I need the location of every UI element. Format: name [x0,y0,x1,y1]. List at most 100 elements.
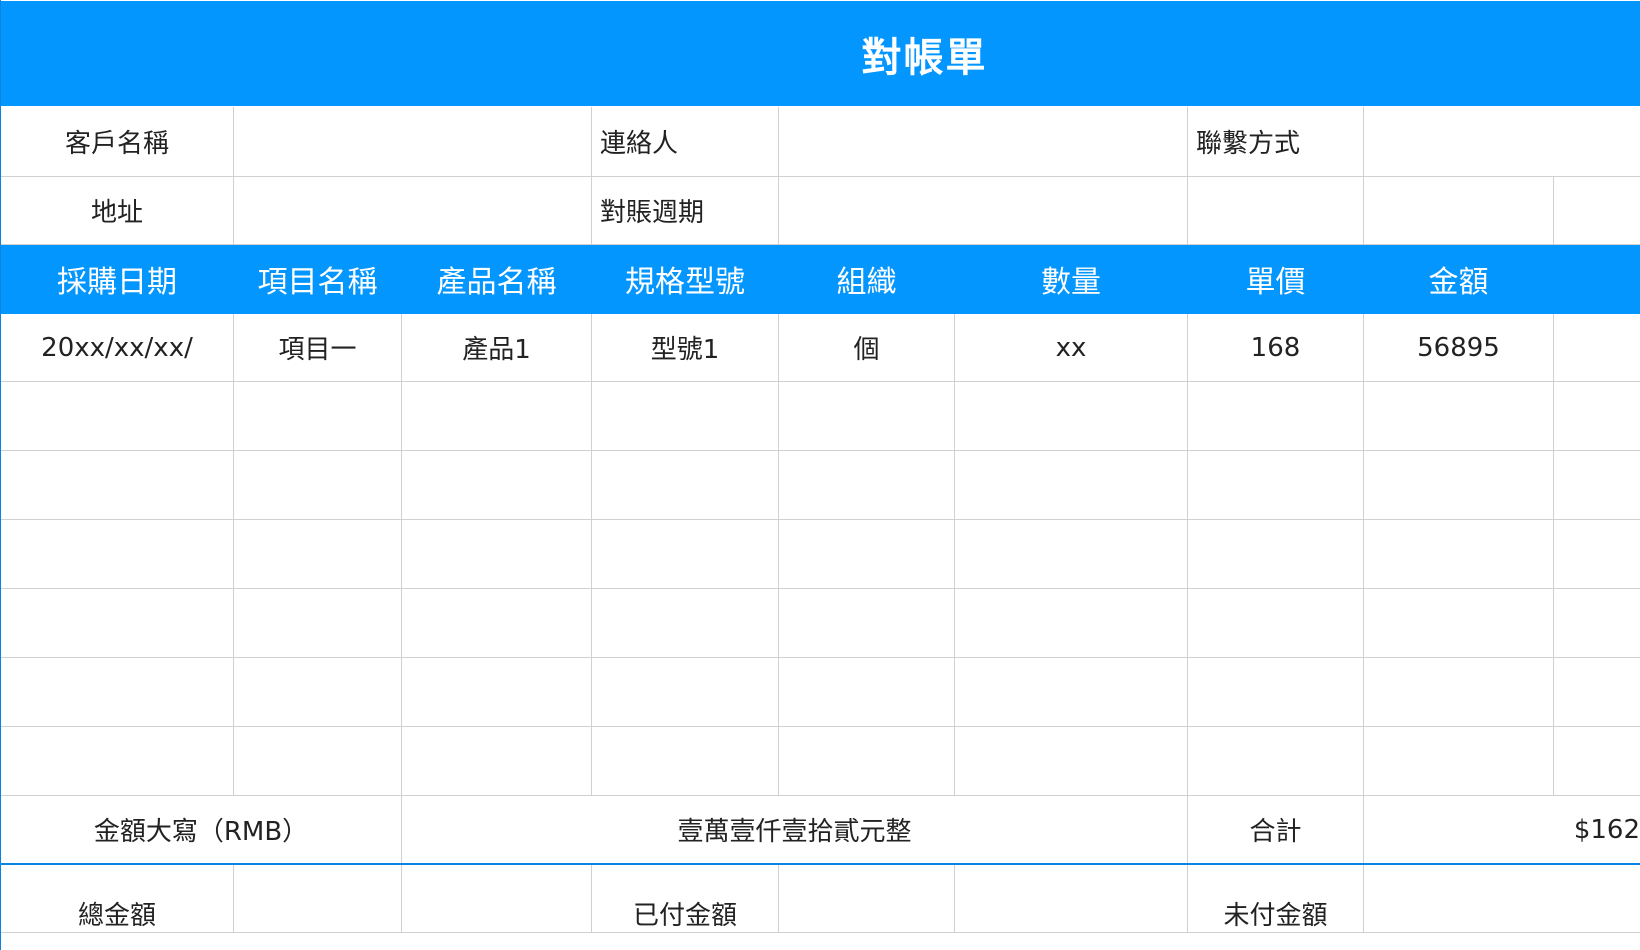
table-cell-spec-model[interactable] [592,589,779,658]
contact-method-label: 聯繫方式 [1188,107,1364,177]
header-spec-model: 規格型號 [592,245,779,314]
header-unit-price: 單價 [1188,245,1364,314]
table-cell-quantity[interactable] [955,589,1188,658]
total-value[interactable]: $162 [1364,796,1640,864]
paid-amount-label: 已付金額 [592,865,779,933]
table-cell-empty[interactable] [1554,314,1640,382]
paid-amount-field[interactable] [779,865,955,933]
table-cell-item-name[interactable] [234,727,402,796]
address-label: 地址 [1,177,234,245]
table-cell-purchase-date[interactable] [1,520,234,589]
contact-method-field[interactable] [1364,107,1640,177]
table-cell-unit-price[interactable]: 168 [1188,314,1364,382]
table-cell-empty[interactable] [1554,658,1640,727]
table-cell-unit[interactable] [779,382,955,451]
table-cell-unit-price[interactable] [1188,382,1364,451]
table-cell-unit-price[interactable] [1188,727,1364,796]
table-cell-product-name[interactable] [402,382,592,451]
table-cell-amount[interactable] [1364,382,1554,451]
unpaid-amount-label: 未付金額 [1188,865,1364,933]
table-cell-quantity[interactable]: xx [955,314,1188,382]
customer-field[interactable] [234,107,592,177]
statement-sheet: 對帳單 客戶名稱 連絡人 聯繫方式 地址 對賬週期 採購日期 項目名稱 產品名稱 規格… [0,0,1640,950]
table-cell-product-name[interactable] [402,520,592,589]
table-cell-item-name[interactable] [234,589,402,658]
table-cell-unit-price[interactable] [1188,451,1364,520]
table-cell-product-name[interactable] [402,589,592,658]
table-cell-unit-price[interactable] [1188,589,1364,658]
table-cell-product-name[interactable]: 產品1 [402,314,592,382]
table-cell-quantity[interactable] [955,451,1188,520]
table-cell-purchase-date[interactable] [1,451,234,520]
table-cell-unit[interactable] [779,589,955,658]
table-cell-spec-model[interactable]: 型號1 [592,314,779,382]
table-cell-quantity[interactable] [955,727,1188,796]
info-empty-cell[interactable] [1188,177,1364,245]
table-cell-item-name[interactable] [234,658,402,727]
table-cell-unit-price[interactable] [1188,658,1364,727]
contact-field[interactable] [779,107,1188,177]
table-cell-purchase-date[interactable]: 20xx/xx/xx/ [1,314,234,382]
footer-empty-cell[interactable] [955,865,1188,933]
table-cell-purchase-date[interactable] [1,589,234,658]
table-cell-purchase-date[interactable] [1,382,234,451]
table-cell-purchase-date[interactable] [1,658,234,727]
header-quantity: 數量 [955,245,1188,314]
table-cell-spec-model[interactable] [592,727,779,796]
table-cell-empty[interactable] [1554,382,1640,451]
table-cell-unit[interactable] [779,658,955,727]
info-empty-cell[interactable] [1364,177,1554,245]
table-cell-empty[interactable] [1554,520,1640,589]
contact-label: 連絡人 [592,107,779,177]
table-cell-empty[interactable] [1554,451,1640,520]
grand-total-label: 總金額 [1,865,234,933]
table-cell-product-name[interactable] [402,727,592,796]
period-label: 對賬週期 [592,177,779,245]
table-cell-unit[interactable] [779,451,955,520]
table-cell-unit[interactable] [779,520,955,589]
table-cell-empty[interactable] [1554,589,1640,658]
unpaid-amount-field[interactable] [1364,865,1640,933]
header-empty [1554,245,1640,314]
header-product-name: 產品名稱 [402,245,592,314]
table-cell-amount[interactable] [1364,451,1554,520]
total-label: 合計 [1188,796,1364,864]
table-cell-product-name[interactable] [402,658,592,727]
table-cell-unit-price[interactable] [1188,520,1364,589]
header-amount: 金額 [1364,245,1554,314]
address-field[interactable] [234,177,592,245]
page-title: 對帳單 [861,34,988,81]
table-cell-amount[interactable] [1364,520,1554,589]
header-item-name: 項目名稱 [234,245,402,314]
table-cell-quantity[interactable] [955,658,1188,727]
amount-in-words-value[interactable]: 壹萬壹仟壹拾貳元整 [402,796,1188,864]
table-cell-quantity[interactable] [955,520,1188,589]
footer-empty-cell[interactable] [402,865,592,933]
table-cell-item-name[interactable] [234,520,402,589]
table-cell-amount[interactable] [1364,727,1554,796]
period-field[interactable] [779,177,1188,245]
table-cell-spec-model[interactable] [592,382,779,451]
table-cell-amount[interactable] [1364,658,1554,727]
table-cell-purchase-date[interactable] [1,727,234,796]
table-cell-item-name[interactable]: 項目一 [234,314,402,382]
header-purchase-date: 採購日期 [1,245,234,314]
grand-total-field[interactable] [234,865,402,933]
header-unit: 組織 [779,245,955,314]
info-empty-cell[interactable] [1554,177,1640,245]
table-cell-unit[interactable] [779,727,955,796]
table-cell-empty[interactable] [1554,727,1640,796]
table-cell-spec-model[interactable] [592,658,779,727]
customer-label: 客戶名稱 [1,107,234,177]
table-cell-item-name[interactable] [234,382,402,451]
table-cell-product-name[interactable] [402,451,592,520]
table-cell-unit[interactable]: 個 [779,314,955,382]
table-cell-spec-model[interactable] [592,451,779,520]
table-cell-item-name[interactable] [234,451,402,520]
table-cell-amount[interactable]: 56895 [1364,314,1554,382]
table-cell-quantity[interactable] [955,382,1188,451]
table-cell-spec-model[interactable] [592,520,779,589]
title-bar: 對帳單 [1,1,1640,106]
table-cell-amount[interactable] [1364,589,1554,658]
amount-in-words-label: 金額大寫（RMB） [1,796,402,864]
